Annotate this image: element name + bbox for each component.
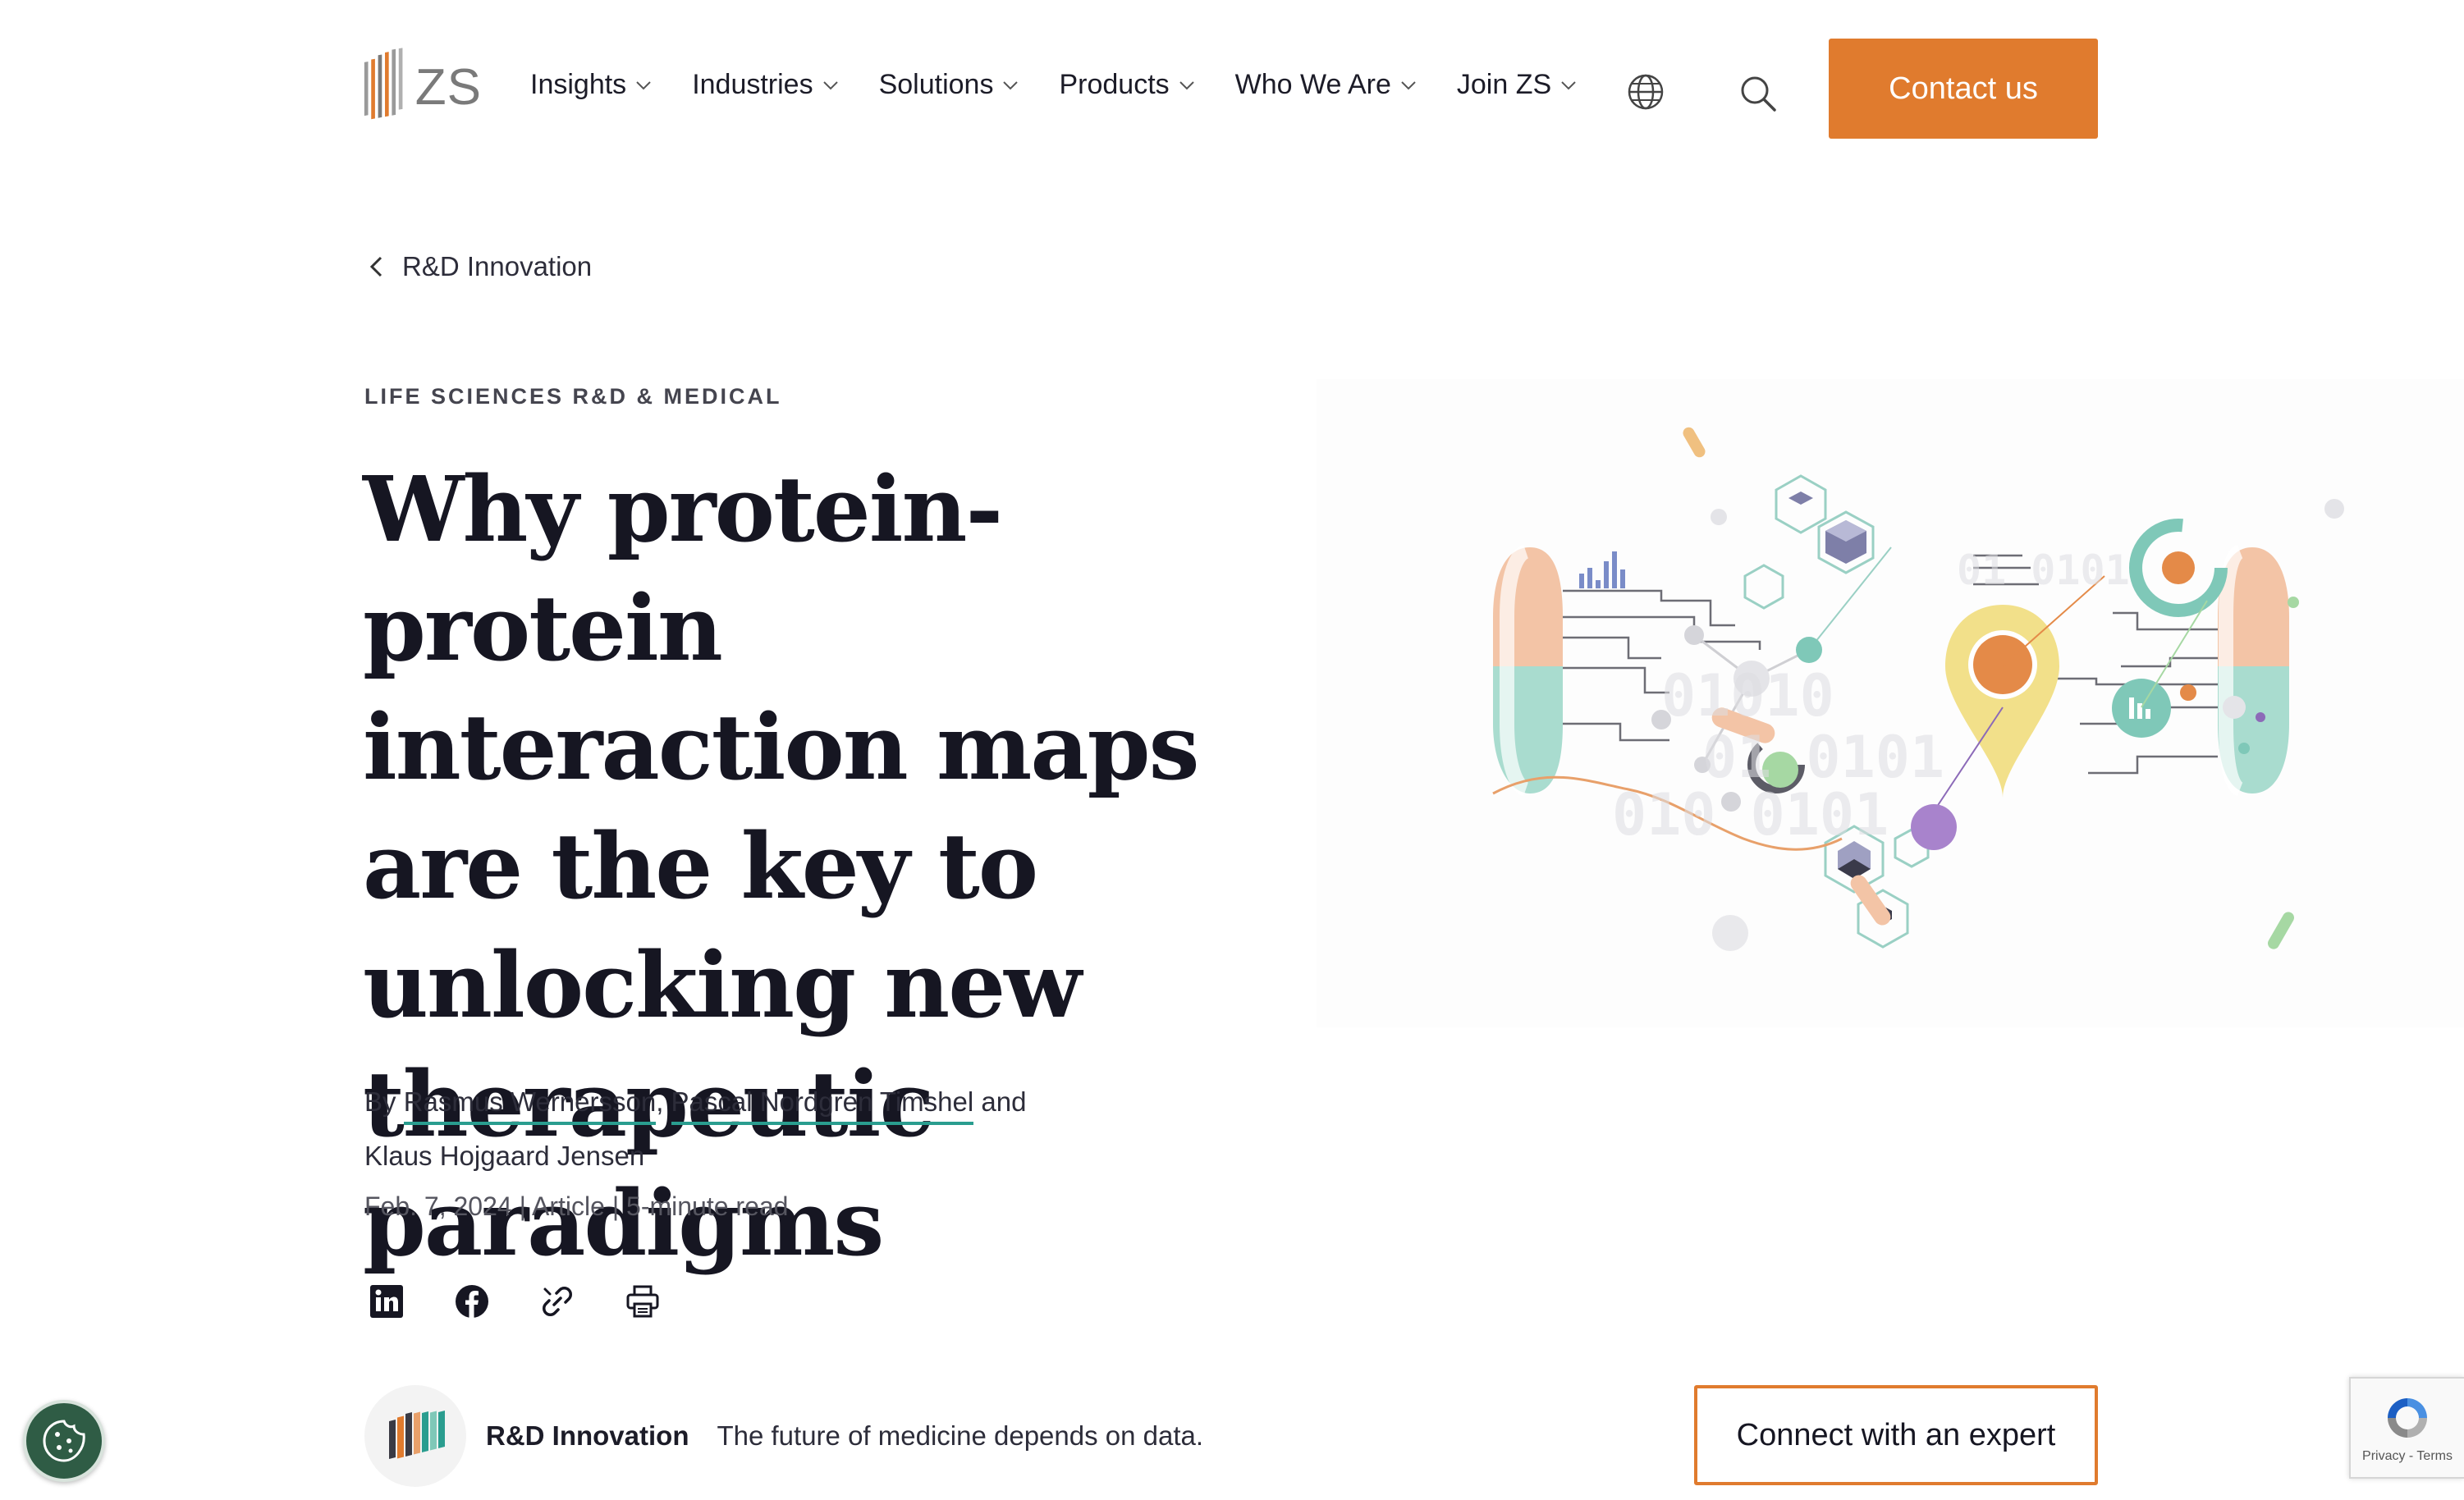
cookie-icon [43, 1420, 85, 1462]
site-header: ZS Insights Industries Solutions Product… [0, 0, 2464, 172]
print-icon[interactable] [624, 1283, 662, 1320]
chevron-left-icon [369, 256, 382, 277]
author-name: Klaus Hojgaard Jensen [364, 1141, 645, 1171]
main-nav: Insights Industries Solutions Products W… [530, 69, 1617, 101]
nav-solutions[interactable]: Solutions [879, 69, 1020, 101]
nav-label: Join ZS [1456, 69, 1552, 100]
search-icon[interactable] [1738, 74, 1778, 113]
content-type: Article [532, 1191, 605, 1221]
byline-prefix: By [364, 1086, 396, 1117]
nav-label: Solutions [878, 69, 994, 100]
binary-background: 01010 01 0101 010 0101 01 0101 [1612, 546, 2130, 848]
share-bar [368, 1283, 709, 1320]
nav-industries[interactable]: Industries [692, 69, 839, 101]
rd-innovation-icon [389, 1411, 445, 1460]
mini-bar-chart [1579, 551, 1625, 588]
nav-label: Products [1059, 69, 1170, 100]
publish-date: Feb. 7, 2024 [364, 1191, 512, 1221]
chevron-down-icon [1401, 80, 1416, 89]
read-time: 5-minute read [626, 1191, 789, 1221]
svg-text:01 0101: 01 0101 [1957, 546, 2130, 594]
nav-label: Insights [530, 69, 627, 100]
article-category: LIFE SCIENCES R&D & MEDICAL [364, 384, 782, 409]
svg-text:010 0101: 010 0101 [1612, 781, 1889, 848]
nav-label: Industries [692, 69, 813, 100]
nav-label: Who We Are [1234, 69, 1391, 100]
topic-bar: R&D Innovation The future of medicine de… [364, 1385, 1203, 1487]
zs-logo-mark-icon [364, 48, 403, 120]
breadcrumb[interactable]: R&D Innovation [366, 251, 592, 282]
byline-and: and [981, 1086, 1027, 1117]
chevron-down-icon [822, 80, 838, 89]
hero-illustration: 01010 01 0101 010 0101 01 0101 [1317, 379, 2464, 1027]
topic-name[interactable]: R&D Innovation [486, 1420, 689, 1452]
meta-separator: | [611, 1191, 620, 1221]
nav-join-zs[interactable]: Join ZS [1457, 69, 1578, 101]
facebook-icon[interactable] [453, 1283, 491, 1320]
capsule-left [1493, 544, 1563, 797]
contact-us-button[interactable]: Contact us [1829, 39, 2098, 139]
nav-insights[interactable]: Insights [530, 69, 653, 101]
chevron-down-icon [1003, 80, 1019, 89]
byline: By Rasmus Wernersson, Pascal Nordgren Ti… [364, 1086, 1027, 1171]
connect-expert-button[interactable]: Connect with an expert [1694, 1385, 2098, 1485]
link-icon[interactable] [538, 1283, 576, 1320]
capsule-right [2218, 544, 2289, 797]
zs-logo[interactable]: ZS [363, 43, 482, 131]
topic-logo [364, 1385, 466, 1487]
topic-tagline: The future of medicine depends on data. [717, 1420, 1204, 1451]
nav-who-we-are[interactable]: Who We Are [1235, 69, 1417, 101]
cookie-settings-button[interactable] [23, 1400, 105, 1482]
chevron-down-icon [1561, 80, 1576, 89]
recaptcha-icon [2388, 1398, 2427, 1438]
linkedin-icon[interactable] [368, 1283, 405, 1320]
recaptcha-badge[interactable]: Privacy - Terms [2349, 1377, 2464, 1479]
chevron-down-icon [1179, 80, 1194, 89]
breadcrumb-label: R&D Innovation [402, 251, 593, 281]
logo-text: ZS [414, 58, 482, 116]
recaptcha-links[interactable]: Privacy - Terms [2362, 1449, 2453, 1464]
globe-icon[interactable] [1627, 73, 1665, 111]
author-link[interactable]: Rasmus Wernersson [403, 1086, 657, 1125]
article-meta: Feb. 7, 2024 | Article | 5-minute read [364, 1191, 788, 1222]
nav-products[interactable]: Products [1059, 69, 1195, 101]
author-link[interactable]: Pascal Nordgren Timshel [671, 1086, 974, 1125]
svg-text:01010: 01010 [1661, 662, 1834, 729]
chevron-down-icon [636, 80, 651, 89]
meta-separator: | [519, 1191, 526, 1221]
